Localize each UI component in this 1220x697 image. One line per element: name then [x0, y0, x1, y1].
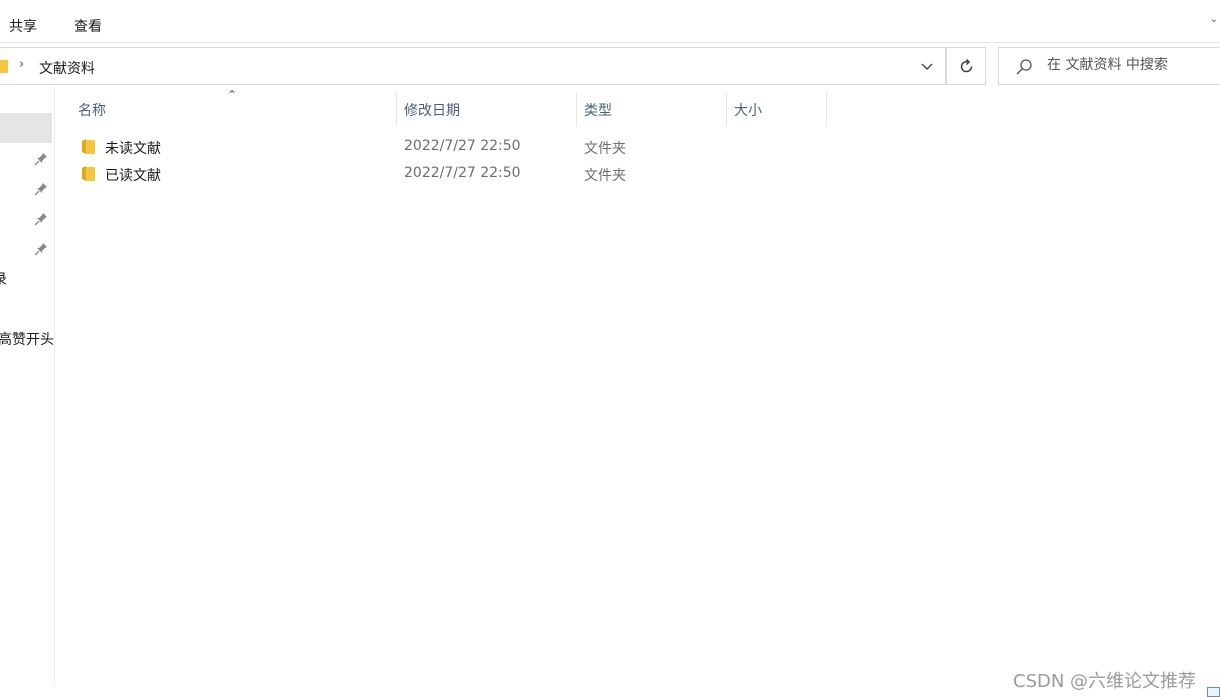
file-row[interactable]: 已读文献 2022/7/27 22:50 文件夹 [78, 161, 638, 187]
tab-view[interactable]: 查看 [74, 16, 102, 36]
pin-icon[interactable] [34, 212, 48, 226]
file-row[interactable]: 未读文献 2022/7/27 22:50 文件夹 [78, 134, 638, 160]
pin-icon[interactable] [34, 182, 48, 196]
column-header-size[interactable]: 大小 [727, 93, 827, 126]
column-header-label: 名称 [78, 103, 106, 119]
view-toggle-icon[interactable] [1207, 687, 1220, 697]
pin-icon[interactable] [34, 152, 48, 166]
pin-icon[interactable] [34, 242, 48, 256]
file-name: 未读文献 [105, 141, 161, 157]
nav-item-label[interactable]: 高赞开头 [0, 329, 54, 349]
column-header-date[interactable]: 修改日期 [397, 93, 577, 126]
refresh-icon [960, 59, 973, 73]
breadcrumb[interactable]: 文献资料 [39, 58, 95, 78]
chevron-down-icon[interactable] [917, 56, 937, 76]
file-modified: 2022/7/27 22:50 [404, 165, 521, 181]
column-header-label: 类型 [584, 103, 612, 119]
folder-icon [82, 166, 95, 181]
folder-icon [82, 139, 95, 154]
folder-icon [0, 60, 8, 73]
file-type: 文件夹 [584, 141, 626, 157]
watermark: CSDN @六维论文推荐 [1013, 671, 1197, 692]
column-header-name[interactable]: 名称 [71, 93, 397, 126]
column-header-label: 大小 [734, 103, 762, 119]
file-type: 文件夹 [584, 168, 626, 184]
column-header-label: 修改日期 [404, 103, 460, 119]
ribbon: 共享 查看 ⌄ [0, 0, 1220, 43]
search-icon [1016, 59, 1032, 75]
nav-item-selected[interactable] [0, 113, 52, 143]
refresh-button[interactable] [946, 47, 986, 85]
search-box[interactable] [998, 47, 1220, 85]
file-name: 已读文献 [105, 168, 161, 184]
ribbon-expand-icon[interactable]: ⌄ [1210, 14, 1218, 25]
navigation-pane: 录 高赞开头 [0, 86, 55, 686]
address-bar[interactable]: › 文献资料 [0, 47, 946, 85]
search-input[interactable] [1047, 57, 1217, 73]
tab-share[interactable]: 共享 [9, 16, 37, 36]
chevron-right-icon[interactable]: › [19, 57, 24, 72]
column-header-type[interactable]: 类型 [577, 93, 727, 126]
file-modified: 2022/7/27 22:50 [404, 138, 521, 154]
nav-item-label[interactable]: 录 [0, 269, 7, 289]
